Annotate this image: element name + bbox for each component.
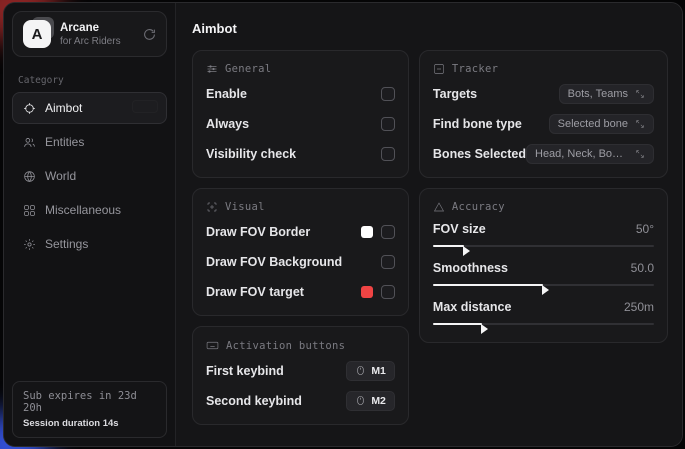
fov-background-checkbox[interactable] (381, 255, 395, 269)
setting-row-fov-border: Draw FOV Border (206, 220, 395, 243)
slider-smoothness: Smoothness 50.0 (433, 261, 654, 291)
sidebar-item-world[interactable]: World (12, 160, 167, 192)
max-distance-slider[interactable] (433, 318, 654, 330)
brand-text: Arcane for Arc Riders (60, 22, 134, 47)
setting-row-fov-background: Draw FOV Background (206, 250, 395, 273)
sidebar-item-label: Aimbot (45, 101, 82, 115)
logo-letter: A (23, 20, 51, 48)
card-general: General Enable Always Visibility check (192, 50, 409, 178)
sidebar-item-label: Entities (45, 135, 84, 149)
setting-row-targets: Targets Bots, Teams (433, 82, 654, 105)
active-item-hint (132, 100, 158, 113)
session-duration: Session duration 14s (23, 418, 156, 429)
max-distance-value: 250m (624, 300, 654, 314)
sidebar-nav: Aimbot Entities World Miscellaneous (4, 92, 175, 260)
category-label: Category (4, 65, 175, 92)
crosshair-icon (22, 101, 36, 115)
sidebar-item-label: Settings (45, 237, 88, 251)
grid-icon (22, 203, 36, 217)
setting-row-first-keybind: First keybind M1 (206, 359, 395, 382)
globe-icon (22, 169, 36, 183)
setting-row-fov-target: Draw FOV target (206, 280, 395, 303)
card-title-visual: Visual (225, 201, 265, 213)
sidebar-item-entities[interactable]: Entities (12, 126, 167, 158)
brand-name: Arcane (60, 22, 134, 34)
smoothness-slider[interactable] (433, 279, 654, 291)
card-title-general: General (225, 63, 271, 75)
setting-row-bones-selected: Bones Selected Head, Neck, Body, Pe.. (433, 142, 654, 165)
brand-card: A Arcane for Arc Riders (12, 11, 167, 57)
expand-icon (635, 119, 645, 129)
keyboard-icon (206, 339, 219, 352)
smoothness-value: 50.0 (631, 261, 654, 275)
focus-icon (206, 201, 218, 213)
slider-fov-size: FOV size 50° (433, 222, 654, 252)
fov-border-checkbox[interactable] (381, 225, 395, 239)
page-title: Aimbot (192, 21, 668, 36)
card-tracker: Tracker Targets Bots, Teams Find bone ty… (419, 50, 668, 178)
gear-icon (22, 237, 36, 251)
slider-thumb[interactable] (481, 324, 488, 334)
mouse-icon (355, 395, 366, 406)
enable-checkbox[interactable] (381, 87, 395, 101)
main-content: Aimbot General Enable Alw (176, 3, 682, 446)
expand-icon (635, 149, 645, 159)
triangle-icon (433, 201, 445, 213)
card-accuracy: Accuracy FOV size 50° Smoothness (419, 188, 668, 343)
card-activation-buttons: Activation buttons First keybind M1 Seco… (192, 326, 409, 425)
sidebar-item-settings[interactable]: Settings (12, 228, 167, 260)
sidebar-item-label: World (45, 169, 76, 183)
sidebar: A Arcane for Arc Riders Category Aimbot (4, 3, 176, 446)
entities-icon (22, 135, 36, 149)
always-checkbox[interactable] (381, 117, 395, 131)
setting-row-visibility-check: Visibility check (206, 142, 395, 165)
app-logo: A (23, 20, 51, 48)
setting-row-always: Always (206, 112, 395, 135)
card-title-accuracy: Accuracy (452, 201, 505, 213)
app-window: A Arcane for Arc Riders Category Aimbot (3, 2, 683, 447)
fov-border-color-swatch[interactable] (361, 226, 373, 238)
sidebar-item-label: Miscellaneous (45, 203, 121, 217)
fov-target-checkbox[interactable] (381, 285, 395, 299)
setting-row-find-bone-type: Find bone type Selected bone (433, 112, 654, 135)
card-visual: Visual Draw FOV Border Draw FOV Backgrou… (192, 188, 409, 316)
slider-max-distance: Max distance 250m (433, 300, 654, 330)
targets-dropdown[interactable]: Bots, Teams (559, 84, 654, 104)
subscription-box: Sub expires in 23d 20h Session duration … (12, 381, 167, 438)
bones-selected-dropdown[interactable]: Head, Neck, Body, Pe.. (526, 144, 654, 164)
second-keybind-button[interactable]: M2 (346, 391, 395, 411)
brand-subtitle: for Arc Riders (60, 36, 134, 47)
sync-icon[interactable] (143, 28, 156, 41)
slider-thumb[interactable] (542, 285, 549, 295)
mouse-icon (355, 365, 366, 376)
fov-size-slider[interactable] (433, 240, 654, 252)
sidebar-item-miscellaneous[interactable]: Miscellaneous (12, 194, 167, 226)
first-keybind-button[interactable]: M1 (346, 361, 395, 381)
sidebar-item-aimbot[interactable]: Aimbot (12, 92, 167, 124)
fov-size-value: 50° (636, 222, 654, 236)
expand-icon (635, 89, 645, 99)
subscription-expiry: Sub expires in 23d 20h (23, 390, 156, 414)
setting-row-enable: Enable (206, 82, 395, 105)
setting-row-second-keybind: Second keybind M2 (206, 389, 395, 412)
visibility-check-checkbox[interactable] (381, 147, 395, 161)
fov-target-color-swatch[interactable] (361, 286, 373, 298)
sliders-icon (206, 63, 218, 75)
find-bone-type-dropdown[interactable]: Selected bone (549, 114, 654, 134)
tracker-icon (433, 63, 445, 75)
card-title-activation: Activation buttons (226, 340, 345, 352)
card-title-tracker: Tracker (452, 63, 498, 75)
slider-thumb[interactable] (463, 246, 470, 256)
